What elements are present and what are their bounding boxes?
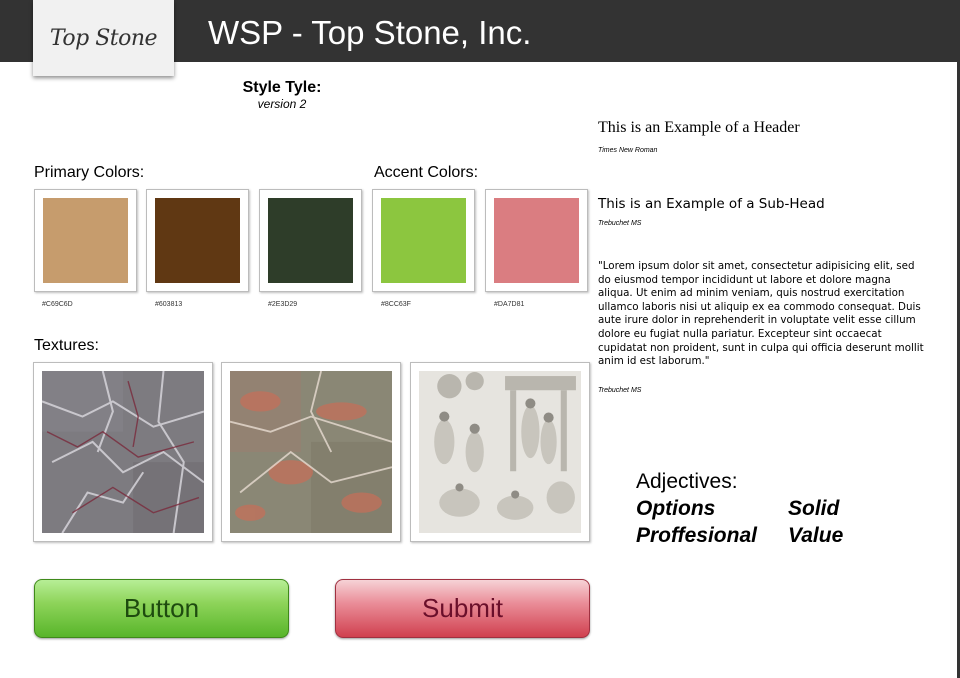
adjective-item: Solid	[788, 497, 840, 520]
header-example: This is an Example of a Header	[598, 119, 800, 136]
adjectives-title: Adjectives:	[636, 470, 738, 493]
texture-carved-relief	[410, 362, 590, 542]
primary-button[interactable]: Button	[34, 579, 289, 638]
swatch-fill	[381, 198, 466, 283]
swatch-hex-label: #8CC63F	[381, 301, 411, 308]
subhead-font-name: Trebuchet MS	[598, 220, 642, 227]
swatch-primary-1	[34, 189, 137, 292]
swatch-fill	[43, 198, 128, 283]
swatch-primary-2	[146, 189, 249, 292]
adjective-item: Value	[788, 524, 844, 547]
swatch-fill	[494, 198, 579, 283]
swatch-hex-label: #603813	[155, 301, 183, 308]
swatch-fill	[268, 198, 353, 283]
textures-label: Textures:	[34, 337, 99, 354]
page-title: WSP - Top Stone, Inc.	[208, 14, 532, 51]
swatch-hex-label: #C69C6D	[42, 301, 73, 308]
logo-text: Top Stone	[49, 25, 158, 51]
swatch-accent-2	[485, 189, 588, 292]
adjective-item: Options	[636, 497, 716, 520]
subhead-example: This is an Example of a Sub-Head	[598, 196, 825, 212]
texture-pink-marble	[221, 362, 401, 542]
swatch-accent-1	[372, 189, 475, 292]
swatch-fill	[155, 198, 240, 283]
carved-relief-texture	[419, 371, 581, 533]
style-tile-title: Style Tyle:	[242, 79, 322, 96]
swatch-primary-3	[259, 189, 362, 292]
pink-marble-texture	[230, 371, 392, 533]
header-font-name: Times New Roman	[598, 147, 658, 154]
adjective-item: Proffesional	[636, 524, 757, 547]
swatch-hex-label: #DA7D81	[494, 301, 525, 308]
body-text-example: "Lorem ipsum dolor sit amet, consectetur…	[598, 260, 924, 368]
grey-marble-texture	[42, 371, 204, 533]
primary-colors-label: Primary Colors:	[34, 164, 145, 181]
submit-button[interactable]: Submit	[335, 579, 590, 638]
style-tile-version: version 2	[257, 97, 307, 111]
logo[interactable]: Top Stone	[33, 0, 174, 76]
texture-grey-marble	[33, 362, 213, 542]
body-font-name: Trebuchet MS	[598, 387, 642, 394]
accent-colors-label: Accent Colors:	[374, 164, 479, 181]
swatch-hex-label: #2E3D29	[268, 301, 298, 308]
